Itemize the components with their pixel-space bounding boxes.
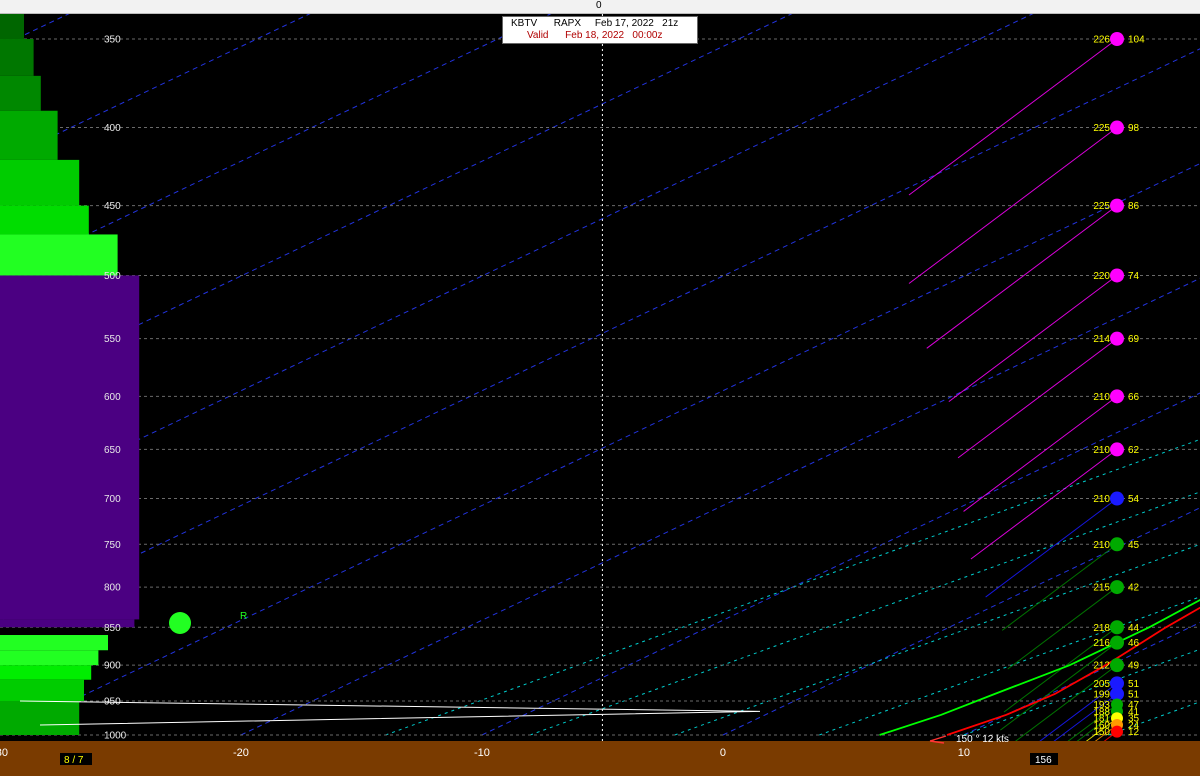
humidity-bar — [0, 700, 80, 735]
sounding-header: KBTV RAPX Feb 17, 2022 21z Valid Feb 18,… — [502, 16, 698, 44]
wind-direction-label: 214 — [1093, 334, 1110, 345]
surface-indicator-dot — [169, 612, 191, 634]
humidity-bar — [0, 635, 108, 651]
humidity-bar — [0, 205, 89, 235]
top-ruler: 0 — [0, 0, 1200, 14]
wind-speed-label: 54 — [1128, 494, 1140, 505]
wind-speed-label: 98 — [1128, 123, 1140, 134]
bottom-left-box: 8 / 7 — [60, 753, 92, 766]
wind-direction-label: 220 — [1093, 271, 1110, 282]
wind-speed-label: 62 — [1128, 445, 1140, 456]
humidity-bar — [0, 110, 58, 160]
wind-direction-label: 205 — [1093, 679, 1110, 690]
wind-level-marker[interactable] — [1110, 635, 1124, 650]
wind-direction-label: 212 — [1093, 661, 1110, 672]
wind-speed-label: 51 — [1128, 679, 1140, 690]
wind-direction-label: 215 — [1093, 583, 1110, 594]
temperature-tick-label: -30 — [0, 747, 8, 759]
wind-direction-label: 150 — [1093, 727, 1110, 738]
pressure-label: 450 — [104, 201, 121, 212]
chart-background — [0, 14, 1200, 776]
humidity-bar — [0, 234, 118, 276]
wind-level-marker[interactable] — [1110, 389, 1124, 404]
pressure-label: 400 — [104, 123, 121, 134]
pressure-label: 350 — [104, 35, 121, 46]
wind-direction-label: 216 — [1093, 638, 1110, 649]
wind-level-marker[interactable] — [1110, 580, 1124, 595]
wind-speed-label: 42 — [1128, 583, 1140, 594]
temperature-tick-label: -20 — [233, 747, 249, 759]
skew-t-chart[interactable]: 3504004505005506006507007508008509009501… — [0, 14, 1200, 776]
pressure-label: 1000 — [104, 731, 127, 742]
wind-direction-label: 210 — [1093, 540, 1110, 551]
wind-speed-label: 86 — [1128, 201, 1140, 212]
pressure-label: 750 — [104, 540, 121, 551]
wind-level-marker[interactable] — [1110, 658, 1124, 673]
wind-level-marker[interactable] — [1110, 331, 1124, 346]
right-value-box-label: 156 — [1035, 755, 1052, 766]
wind-speed-label: 49 — [1128, 661, 1140, 672]
wind-speed-label: 104 — [1128, 35, 1145, 46]
wind-level-marker[interactable] — [1110, 491, 1124, 506]
top-ruler-zero-label: 0 — [596, 0, 602, 11]
storm-motion-label: 150 ° 12 kts — [956, 734, 1009, 745]
wind-speed-label: 12 — [1128, 727, 1140, 738]
wind-speed-label: 51 — [1128, 689, 1140, 700]
temperature-tick-label: -10 — [474, 747, 490, 759]
wind-level-marker[interactable] — [1110, 537, 1124, 552]
humidity-bar — [0, 14, 24, 40]
pressure-label: 900 — [104, 661, 121, 672]
wind-direction-label: 199 — [1093, 689, 1110, 700]
wind-speed-label: 45 — [1128, 540, 1140, 551]
humidity-bar — [0, 665, 92, 680]
wind-speed-label: 66 — [1128, 392, 1140, 403]
wind-direction-label: 225 — [1093, 123, 1110, 134]
wind-direction-label: 218 — [1093, 623, 1110, 634]
marker-letter-r: R — [240, 611, 247, 622]
humidity-bar — [0, 679, 84, 701]
humidity-bar — [0, 39, 34, 76]
wind-level-marker[interactable] — [1110, 442, 1124, 457]
humidity-bar — [0, 159, 80, 206]
pressure-label: 600 — [104, 392, 121, 403]
header-station-line: KBTV RAPX Feb 17, 2022 21z — [511, 18, 679, 29]
wind-direction-label: 225 — [1093, 201, 1110, 212]
wind-level-marker[interactable] — [1110, 268, 1124, 283]
wind-speed-label: 44 — [1128, 623, 1140, 634]
wind-speed-label: 74 — [1128, 271, 1140, 282]
wind-direction-label: 210 — [1093, 494, 1110, 505]
wind-level-marker[interactable] — [1110, 120, 1124, 135]
humidity-bar — [0, 75, 41, 111]
wind-level-marker[interactable] — [1110, 32, 1124, 47]
pressure-label: 550 — [104, 334, 121, 345]
wind-level-marker[interactable] — [1110, 198, 1124, 213]
humidity-bar — [0, 650, 99, 666]
header-valid-line: Valid Feb 18, 2022 00:00z — [527, 30, 663, 41]
bottom-left-box-label: 8 / 7 — [64, 755, 84, 766]
ground-bar — [0, 741, 1200, 776]
pressure-label: 800 — [104, 583, 121, 594]
right-value-box: 156 — [1030, 753, 1058, 766]
pressure-label: 500 — [104, 271, 121, 282]
pressure-label: 650 — [104, 445, 121, 456]
pressure-label: 700 — [104, 494, 121, 505]
wind-speed-label: 69 — [1128, 334, 1140, 345]
wind-level-marker[interactable] — [1111, 725, 1123, 738]
wind-level-marker[interactable] — [1110, 620, 1124, 635]
wind-direction-label: 226 — [1093, 35, 1110, 46]
temperature-tick-label: 10 — [958, 747, 970, 759]
wind-speed-label: 46 — [1128, 638, 1140, 649]
temperature-tick-label: 0 — [720, 747, 726, 759]
pressure-label: 850 — [104, 623, 121, 634]
wind-direction-label: 210 — [1093, 445, 1110, 456]
wind-direction-label: 210 — [1093, 392, 1110, 403]
